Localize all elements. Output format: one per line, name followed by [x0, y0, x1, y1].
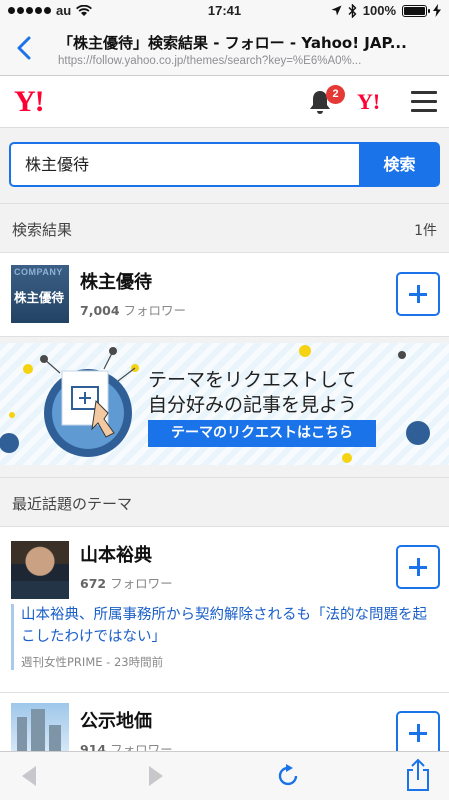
request-theme-button[interactable]: テーマのリクエストはこちら	[148, 420, 376, 447]
back-chevron-icon[interactable]	[14, 35, 36, 61]
banner-heading-1: テーマをリクエストして	[148, 369, 357, 391]
page-title: 「株主優待」検索結果 - フォロー - Yahoo! JAP...	[58, 34, 407, 52]
back-arrow-icon[interactable]	[18, 762, 40, 790]
follow-button[interactable]	[396, 272, 440, 316]
search-input[interactable]: 株主優待	[9, 142, 361, 187]
trending-header: 最近話題のテーマ	[0, 477, 449, 527]
battery-percent: 100%	[362, 3, 396, 18]
share-icon[interactable]	[405, 758, 431, 792]
theme-title[interactable]: 公示地価	[80, 707, 152, 733]
site-header: Y! 2 Y!	[0, 76, 449, 128]
news-quote[interactable]: 山本裕典、所属事務所から契約解除されるも「法的な問題を起こしたわけではない」 週…	[11, 604, 439, 670]
charging-icon	[433, 4, 441, 17]
battery-icon	[402, 4, 430, 17]
browser-toolbar	[0, 751, 449, 800]
follower-count: 7,004 フォロワー	[80, 303, 187, 318]
location-arrow-icon	[331, 5, 342, 16]
request-banner[interactable]: テーマをリクエストして 自分好みの記事を見よう テーマのリクエストはこちら	[0, 343, 449, 465]
results-count: 1件	[414, 223, 437, 239]
yahoo-logo[interactable]: Y!	[14, 86, 45, 118]
theme-thumbnail: COMPANY 株主優待	[11, 265, 69, 323]
address-bar[interactable]: 「株主優待」検索結果 - フォロー - Yahoo! JAP... https:…	[0, 22, 449, 76]
theme-title[interactable]: 山本裕典	[80, 541, 152, 567]
follow-button[interactable]	[396, 711, 440, 751]
search-area: 株主優待 検索	[0, 128, 449, 203]
notification-badge: 2	[326, 85, 345, 104]
result-item[interactable]: COMPANY 株主優待 株主優待 7,004 フォロワー	[0, 253, 449, 337]
trending-item[interactable]: 公示地価 914 フォロワー	[0, 693, 449, 751]
search-button[interactable]: 検索	[359, 142, 440, 187]
trending-item[interactable]: 山本裕典 672 フォロワー 山本裕典、所属事務所から契約解除されるも「法的な問…	[0, 527, 449, 693]
results-header: 検索結果 1件	[0, 203, 449, 253]
building-thumbnail	[11, 703, 69, 751]
news-link[interactable]: 山本裕典、所属事務所から契約解除されるも「法的な問題を起こしたわけではない」	[21, 604, 439, 648]
trending-label: 最近話題のテーマ	[12, 495, 133, 513]
theme-title[interactable]: 株主優待	[80, 268, 152, 294]
menu-icon[interactable]	[411, 91, 437, 113]
page-url[interactable]: https://follow.yahoo.co.jp/themes/search…	[58, 55, 441, 67]
reload-icon[interactable]	[274, 762, 302, 790]
forward-arrow-icon[interactable]	[145, 762, 167, 790]
follow-button[interactable]	[396, 545, 440, 589]
news-source: 週刊女性PRIME - 23時間前	[21, 655, 164, 669]
banner-heading-2: 自分好みの記事を見よう	[148, 394, 358, 416]
results-label: 検索結果	[12, 221, 73, 239]
follower-count: 672 フォロワー	[80, 576, 173, 591]
yahoo-top-link[interactable]: Y!	[357, 91, 380, 113]
status-bar: au 17:41 100%	[0, 0, 449, 22]
bluetooth-icon	[348, 3, 357, 18]
follower-count: 914 フォロワー	[80, 742, 173, 751]
person-thumbnail	[11, 541, 69, 599]
